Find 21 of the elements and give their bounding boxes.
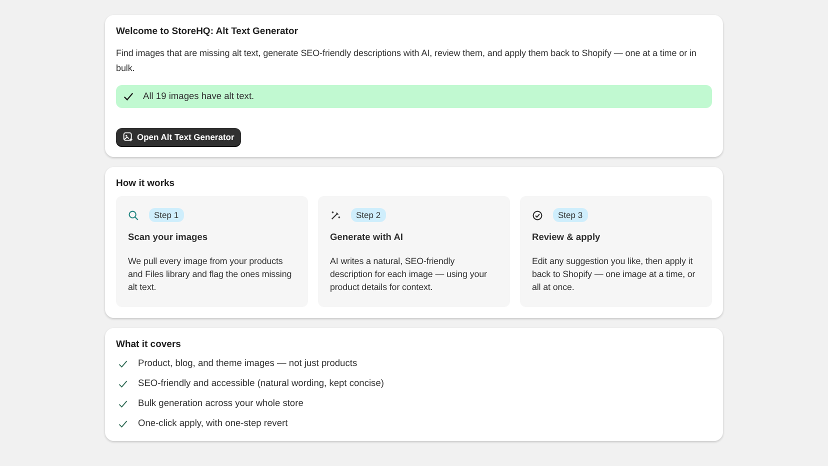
step-description: AI writes a natural, SEO-friendly description for each image — using your product details for context.: [330, 255, 488, 294]
step-title: Scan your images: [128, 232, 208, 242]
step-badge: Step 3: [553, 208, 588, 222]
step-description: We pull every image from your products and Files library and flag the ones missing alt text.: [128, 255, 293, 294]
step-description: Edit any suggestion you like, then apply it back to Shopify — one image at a time, or all at once.: [532, 255, 696, 294]
open-generator-button[interactable]: Open Alt Text Generator: [116, 128, 242, 146]
step-badge: Step 2: [351, 208, 386, 222]
step-badge: Step 1: [149, 208, 184, 222]
description-text: Find images that are missing alt text, generate SEO-friendly descriptions with AI, review them, and apply them back to Shopify — one at a time or in bulk.: [116, 47, 698, 75]
checkmark-icon: [123, 91, 134, 102]
feature-text: SEO-friendly and accessible (natural wording, kept concise): [138, 377, 384, 390]
step-title: Review & apply: [532, 232, 600, 242]
feature-text: One-click apply, with one-step revert: [138, 417, 288, 430]
card-title: Welcome to StoreHQ: Alt Text Generator: [116, 26, 298, 37]
section-title: How it works: [116, 178, 175, 189]
feature-text: Product, blog, and theme images — not just products: [138, 357, 358, 370]
step-title: Generate with AI: [330, 232, 404, 242]
banner-text: All 19 images have alt text.: [143, 90, 254, 103]
section-title: What it covers: [116, 339, 181, 350]
feature-text: Bulk generation across your whole store: [138, 397, 304, 410]
image-sparkle-icon: [123, 132, 133, 142]
